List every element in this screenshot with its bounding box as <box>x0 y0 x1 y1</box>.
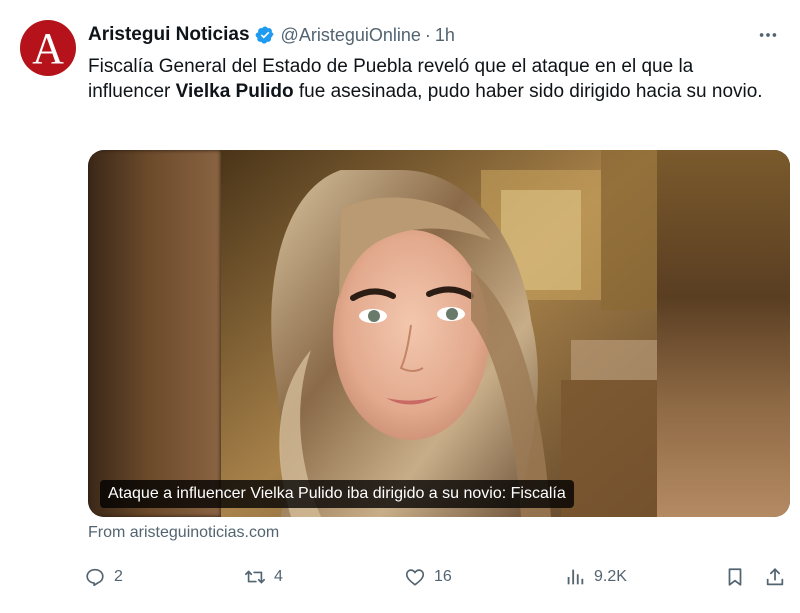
card-source-link[interactable]: From aristeguinoticias.com <box>88 524 279 542</box>
separator: · <box>424 24 431 45</box>
reply-count: 2 <box>114 568 123 585</box>
tweet[interactable]: A Aristegui Noticias @AristeguiOnline · … <box>0 0 800 613</box>
tweet-text: Fiscalía General del Estado de Puebla re… <box>88 54 778 104</box>
media-background-left <box>88 150 221 517</box>
handle[interactable]: @AristeguiOnline <box>281 25 421 46</box>
avatar-letter: A <box>32 24 64 73</box>
tweet-text-part2: fue asesinada, pudo haber sido dirigido … <box>293 81 763 102</box>
more-icon <box>759 33 777 37</box>
card-caption[interactable]: Ataque a influencer Vielka Pulido iba di… <box>100 480 574 508</box>
views-count: 9.2K <box>594 568 627 585</box>
repost-icon <box>244 566 266 588</box>
reply-button[interactable]: 2 <box>84 562 123 592</box>
avatar[interactable]: A <box>20 20 76 76</box>
tweet-text-bold-name: Vielka Pulido <box>175 81 294 102</box>
verified-badge-icon[interactable] <box>255 25 275 45</box>
reply-icon <box>84 566 106 588</box>
display-name[interactable]: Aristegui Noticias <box>88 24 250 46</box>
bookmark-button[interactable] <box>724 562 746 592</box>
more-button[interactable] <box>754 22 782 48</box>
action-bar: 2 4 16 9.2K <box>84 562 794 592</box>
views-icon <box>564 566 586 588</box>
tweet-header: Aristegui Noticias @AristeguiOnline · 1h <box>88 22 455 48</box>
share-icon <box>764 566 786 588</box>
like-button[interactable]: 16 <box>404 562 452 592</box>
share-button[interactable] <box>764 562 786 592</box>
views-button[interactable]: 9.2K <box>564 562 627 592</box>
timestamp[interactable]: 1h <box>435 25 455 46</box>
bookmark-icon <box>724 566 746 588</box>
portrait-illustration <box>221 150 657 517</box>
like-count: 16 <box>434 568 452 585</box>
like-icon <box>404 566 426 588</box>
media-background-right <box>657 150 790 517</box>
repost-button[interactable]: 4 <box>244 562 283 592</box>
link-card-media[interactable]: Ataque a influencer Vielka Pulido iba di… <box>88 150 790 517</box>
repost-count: 4 <box>274 568 283 585</box>
media-photo <box>221 150 657 517</box>
